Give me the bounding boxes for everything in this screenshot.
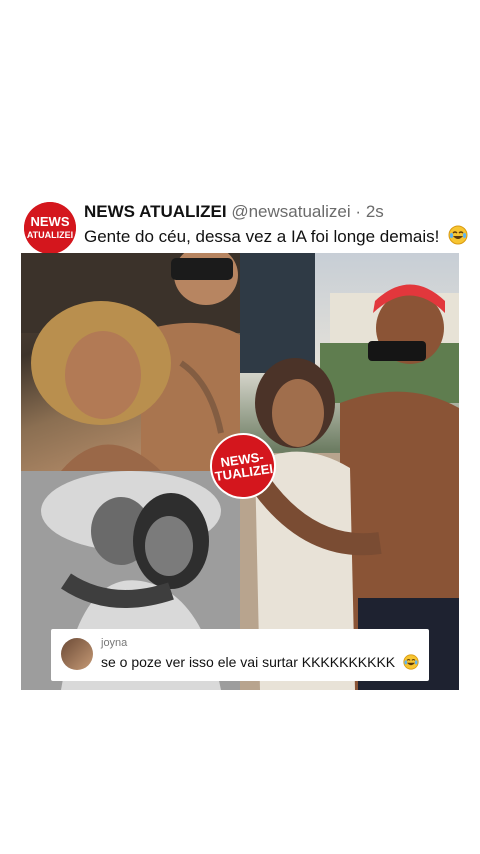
account-name[interactable]: NEWS ATUALIZEI bbox=[84, 202, 227, 221]
logo-line-1: NEWS bbox=[31, 214, 70, 229]
post-text-line: Gente do céu, dessa vez a IA foi longe d… bbox=[84, 225, 468, 250]
post-text: Gente do céu, dessa vez a IA foi longe d… bbox=[84, 227, 440, 246]
comment-text-line: se o poze ver isso ele vai surtar KKKKKK… bbox=[101, 654, 419, 673]
laughing-tears-emoji-icon bbox=[403, 654, 419, 673]
commenter-username: joyna bbox=[101, 637, 128, 649]
couple-selfie-photo bbox=[21, 253, 240, 471]
logo-line-2: ATUALIZEI bbox=[27, 230, 73, 240]
separator-dot: · bbox=[355, 202, 362, 221]
photo-panel-top-left bbox=[21, 253, 240, 471]
comment-text: se o poze ver isso ele vai surtar KKKKKK… bbox=[101, 654, 396, 670]
news-atualizei-logo-icon: NEWS ATUALIZEI bbox=[24, 202, 76, 254]
post-header: NEWS ATUALIZEI @newsatualizei · 2s bbox=[84, 202, 384, 222]
commenter-avatar bbox=[61, 638, 93, 670]
account-handle[interactable]: @newsatualizei bbox=[231, 202, 350, 221]
comment-card[interactable]: joyna se o poze ver isso ele vai surtar … bbox=[51, 629, 429, 681]
photo-collage[interactable]: NEWS- TUALIZEI joyna se o poze ver isso … bbox=[21, 253, 459, 690]
post-time: 2s bbox=[365, 202, 384, 221]
laughing-tears-emoji-icon bbox=[448, 225, 468, 250]
profile-avatar[interactable]: NEWS ATUALIZEI bbox=[24, 202, 76, 254]
